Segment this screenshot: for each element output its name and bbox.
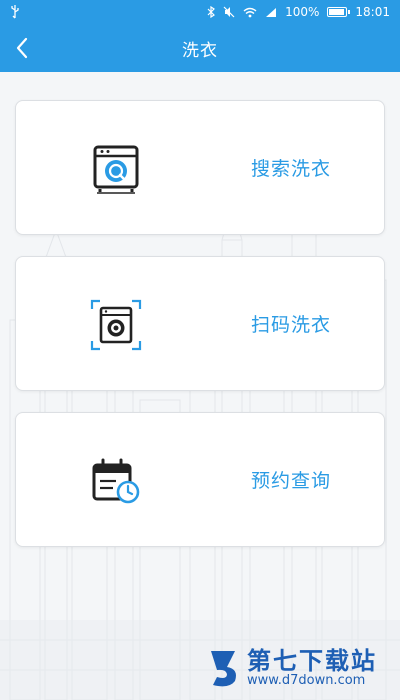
status-right: 100% 18:01: [207, 5, 390, 19]
watermark-sub: www.d7down.com: [247, 673, 366, 688]
watermark: 第七下载站 www.d7down.com: [205, 643, 377, 693]
status-bar: 100% 18:01: [0, 0, 400, 24]
card-icon-wrap: [86, 451, 146, 511]
card-label-reservation-query: 预约查询: [251, 470, 332, 492]
card-icon-wrap: [86, 139, 146, 199]
card-label-search-laundry: 搜索洗衣: [251, 158, 332, 180]
mute-icon: [223, 6, 235, 18]
back-button[interactable]: [6, 32, 38, 64]
card-reservation-query[interactable]: 预约查询: [15, 412, 385, 547]
watermark-text: 第七下载站 www.d7down.com: [247, 648, 377, 688]
washer-search-icon: [93, 145, 139, 194]
chevron-left-icon: [16, 37, 28, 59]
d7down-logo-icon: [211, 651, 236, 687]
battery-percent: 100%: [285, 5, 320, 19]
card-search-laundry[interactable]: 搜索洗衣: [15, 100, 385, 235]
battery-icon: [327, 7, 351, 17]
page-title: 洗衣: [182, 40, 218, 61]
washer-scan-icon: [90, 299, 142, 351]
nav-bar: 洗衣: [0, 24, 400, 72]
battery-fill: [329, 9, 345, 15]
wifi-icon: [243, 7, 257, 17]
card-label-scan-laundry: 扫码洗衣: [251, 314, 332, 336]
bluetooth-icon: [207, 6, 216, 18]
status-left: [10, 5, 20, 19]
signal-icon: [266, 7, 277, 17]
status-time: 18:01: [355, 5, 390, 19]
usb-icon: [11, 5, 19, 19]
calendar-clock-icon: [92, 458, 140, 504]
watermark-main: 第七下载站: [247, 647, 377, 675]
card-scan-laundry[interactable]: 扫码洗衣: [15, 256, 385, 391]
card-icon-wrap: [86, 295, 146, 355]
